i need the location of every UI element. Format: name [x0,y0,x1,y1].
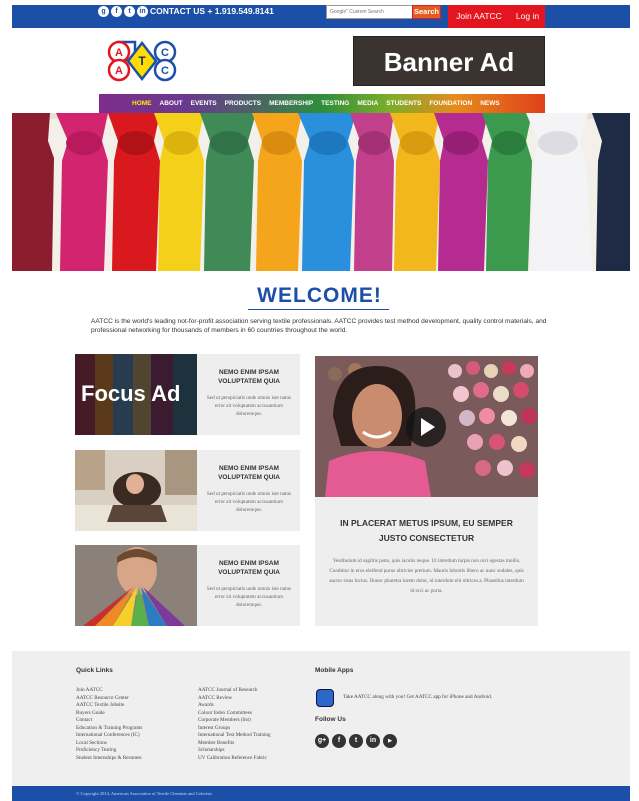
quick-links-title: Quick Links [76,667,113,674]
nav-item-about[interactable]: ABOUT [160,100,183,107]
search-button[interactable]: Search [412,5,441,19]
footer-link[interactable]: Interest Groups [198,725,271,733]
card-focus-ad[interactable]: Focus Ad NEMO ENIM IPSAM VOLUPTATEM QUIA… [75,354,300,435]
nav-item-membership[interactable]: MEMBERSHIP [269,100,313,107]
footer-link[interactable]: Member Benefits [198,740,271,748]
nav-item-events[interactable]: EVENTS [191,100,217,107]
svg-text:A: A [115,65,123,77]
nav-item-foundation[interactable]: FOUNDATION [429,100,472,107]
footer-link[interactable]: Awards [198,702,271,710]
card-title: NEMO ENIM IPSAM VOLUPTATEM QUIA [218,465,280,481]
card-3-image [75,545,197,626]
footer-link[interactable]: AATCC Textile Jobsite [76,702,142,710]
mobile-app-text: Take AATCC along with you! Get AATCC app… [343,694,493,700]
footer-link[interactable]: AATCC Resource Center [76,695,142,703]
footer-social-icons: g+ f t in ▶ [315,734,397,748]
card-2-image [75,450,197,531]
copyright-text: © Copyright 2014, American Association o… [76,791,213,796]
footer-link[interactable]: International Test Method Training [198,732,271,740]
contact-phone[interactable]: CONTACT US + 1.919.549.8141 [150,6,274,16]
footer-link[interactable]: Education & Training Programs [76,725,142,733]
footer-link[interactable]: Join AATCC [76,687,142,695]
footer-link[interactable]: Local Sections [76,740,142,748]
card-title: NEMO ENIM IPSAM VOLUPTATEM QUIA [218,369,280,385]
nav-item-students[interactable]: STUDENTS [386,100,421,107]
hero-scarves-image [12,113,630,271]
svg-text:C: C [161,47,169,59]
feature-title: IN PLACERAT METUS IPSUM, EU SEMPER JUSTO… [340,518,513,543]
top-social-icons: g f t in [98,6,148,17]
youtube-icon[interactable]: ▶ [383,734,397,748]
footer-link[interactable]: AATCC Review [198,695,271,703]
feature-text: Vestibulum id sagittis justo, quis iacul… [329,558,524,594]
quick-links-col-1: Join AATCC AATCC Resource Center AATCC T… [76,687,142,762]
card-text: Sed ut perspiciatis unde omnis iste natu… [206,395,292,417]
welcome-title: WELCOME! [257,284,382,307]
banner-ad[interactable]: Banner Ad [353,36,545,86]
mobile-apps-title: Mobile Apps [315,667,354,674]
login-button[interactable]: Log in [510,5,545,28]
main-nav: HOME ABOUT EVENTS PRODUCTS MEMBERSHIP TE… [99,94,545,113]
googleplus-icon[interactable]: g [98,6,109,17]
footer-link[interactable]: Contact [76,717,142,725]
nav-item-media[interactable]: MEDIA [357,100,378,107]
quick-links-col-2: AATCC Journal of Research AATCC Review A… [198,687,271,762]
nav-item-products[interactable]: PRODUCTS [225,100,261,107]
footer-link[interactable]: International Conferences (IC) [76,732,142,740]
aatcc-app-icon[interactable] [316,689,334,707]
play-button[interactable] [406,407,446,447]
facebook-icon[interactable]: f [332,734,346,748]
linkedin-icon[interactable]: in [366,734,380,748]
focus-ad-label: Focus Ad [81,381,181,406]
featured-video-panel: IN PLACERAT METUS IPSUM, EU SEMPER JUSTO… [315,356,538,626]
svg-text:T: T [138,54,146,68]
footer-link[interactable]: Buyers Guide [76,710,142,718]
card-text: Sed ut perspiciatis unde omnis iste natu… [206,586,292,608]
linkedin-icon[interactable]: in [137,6,148,17]
twitter-icon[interactable]: t [124,6,135,17]
googleplus-icon[interactable]: g+ [315,734,329,748]
svg-text:A: A [115,47,123,59]
nav-item-news[interactable]: NEWS [480,100,500,107]
footer-link[interactable]: Scholarships [198,747,271,755]
facebook-icon[interactable]: f [111,6,122,17]
twitter-icon[interactable]: t [349,734,363,748]
footer-link[interactable]: Corporate Members (list) [198,717,271,725]
nav-item-home[interactable]: HOME [132,100,152,107]
follow-us-title: Follow Us [315,716,346,723]
welcome-intro: AATCC is the world's leading not-for-pro… [91,318,547,334]
footer-link[interactable]: Colour Index Committees [198,710,271,718]
footer-link[interactable]: Proficiency Testing [76,747,142,755]
welcome-underline [248,309,389,310]
aatcc-logo[interactable]: A A T C C [106,40,178,82]
footer-link[interactable]: UV Calibration Reference Fabric [198,755,271,763]
card-student[interactable]: NEMO ENIM IPSAM VOLUPTATEM QUIA Sed ut p… [75,450,300,531]
card-color-fan[interactable]: NEMO ENIM IPSAM VOLUPTATEM QUIA Sed ut p… [75,545,300,626]
svg-text:C: C [161,65,169,77]
footer-link[interactable]: AATCC Journal of Research [198,687,271,695]
join-button[interactable]: Join AATCC [448,5,510,28]
card-title: NEMO ENIM IPSAM VOLUPTATEM QUIA [218,560,280,576]
nav-item-testing[interactable]: TESTING [321,100,349,107]
card-text: Sed ut perspiciatis unde omnis iste natu… [206,491,292,513]
search-input[interactable] [326,5,413,19]
footer-link[interactable]: Student Internships & Resumes [76,755,142,763]
